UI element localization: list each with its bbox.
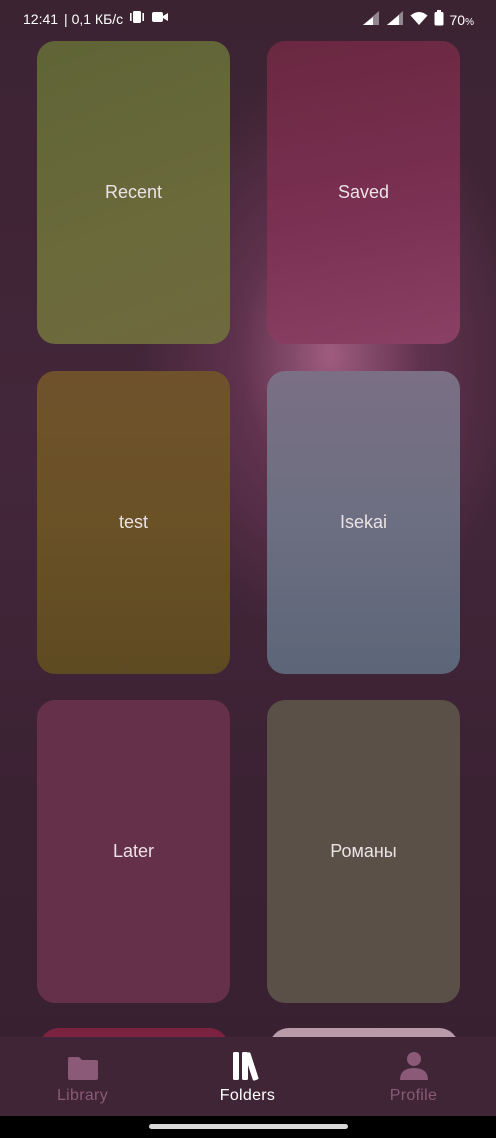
books-icon bbox=[232, 1052, 264, 1081]
vibrate-icon bbox=[129, 10, 145, 27]
folder-card-later[interactable]: Later bbox=[37, 700, 230, 1003]
nav-label: Library bbox=[56, 1087, 108, 1104]
folder-icon bbox=[67, 1053, 99, 1081]
nav-label: Folders bbox=[219, 1087, 276, 1104]
screen: 12:41 | 0,1 КБ/с 70% Recent Saved test I… bbox=[0, 0, 496, 1138]
video-camera-icon bbox=[151, 10, 169, 27]
gesture-handle[interactable] bbox=[149, 1124, 348, 1129]
folder-card-label: Isekai bbox=[339, 512, 388, 532]
network-speed: | 0,1 КБ/с bbox=[64, 10, 124, 27]
folder-card-label: Later bbox=[112, 841, 155, 861]
battery-icon bbox=[434, 10, 444, 29]
nav-label: Profile bbox=[389, 1087, 438, 1104]
folder-card-test[interactable]: test bbox=[37, 371, 230, 674]
nav-item-profile[interactable]: Profile bbox=[331, 1037, 496, 1116]
system-gesture-area bbox=[0, 1116, 496, 1138]
status-time: 12:41 bbox=[23, 10, 59, 27]
folder-card-label: Saved bbox=[337, 182, 390, 202]
battery-level: 70% bbox=[449, 11, 474, 28]
nav-item-library[interactable]: Library bbox=[0, 1037, 165, 1116]
nav-item-folders[interactable]: Folders bbox=[165, 1037, 330, 1116]
folder-card-isekai[interactable]: Isekai bbox=[267, 371, 460, 674]
folder-card-romany[interactable]: Романы bbox=[267, 700, 460, 1003]
folder-card-label: test bbox=[118, 512, 148, 532]
folder-card-recent[interactable]: Recent bbox=[37, 41, 230, 344]
folder-card-saved[interactable]: Saved bbox=[267, 41, 460, 344]
signal-icon bbox=[362, 10, 380, 29]
status-left: 12:41 | 0,1 КБ/с bbox=[23, 10, 169, 27]
folder-card-label: Recent bbox=[104, 182, 163, 202]
status-right: 70% bbox=[362, 10, 474, 29]
folder-card-label: Романы bbox=[330, 841, 397, 861]
bottom-navigation: Library Folders Profile bbox=[0, 1037, 496, 1116]
person-icon bbox=[399, 1052, 429, 1081]
signal-icon bbox=[386, 10, 404, 29]
status-bar: 12:41 | 0,1 КБ/с 70% bbox=[0, 0, 496, 38]
wifi-icon bbox=[410, 11, 428, 29]
